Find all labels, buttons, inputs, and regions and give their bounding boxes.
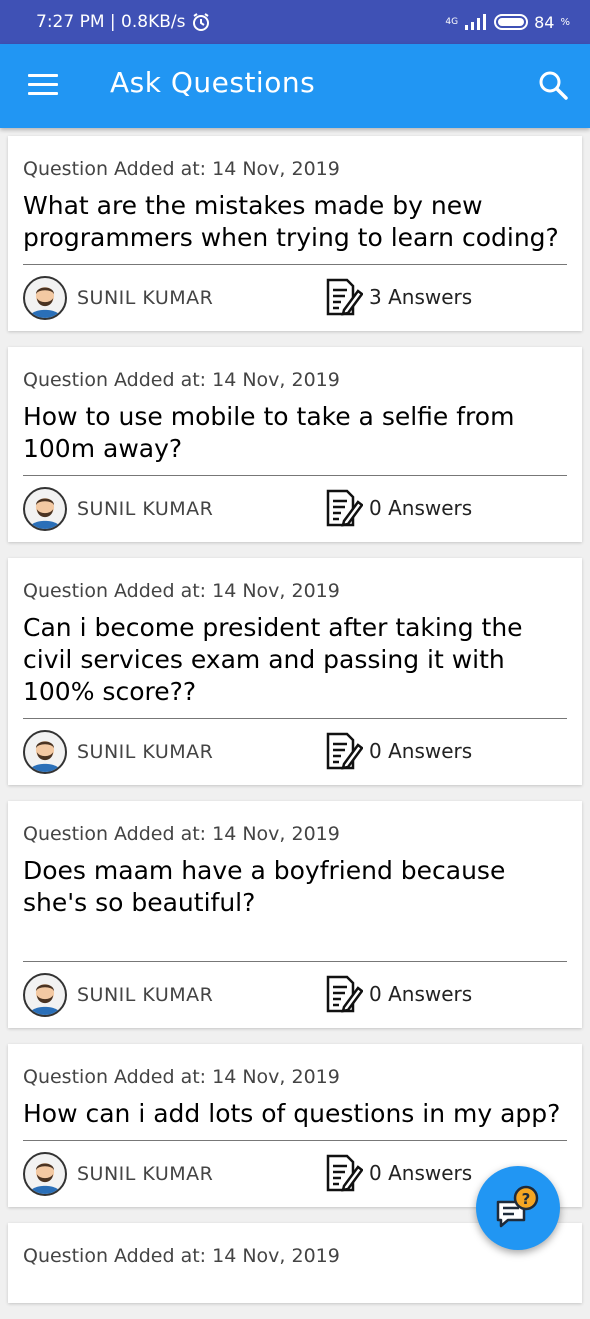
- question-card[interactable]: Question Added at: 14 Nov, 2019 Can i be…: [8, 558, 582, 785]
- avatar[interactable]: [23, 973, 67, 1017]
- answers-label: 0 Answers: [369, 1161, 473, 1185]
- author-name: SUNIL KUMAR: [77, 984, 214, 1006]
- author-name: SUNIL KUMAR: [77, 741, 214, 763]
- question-date: Question Added at: 14 Nov, 2019: [23, 823, 340, 845]
- page-title: Ask Questions: [110, 66, 316, 99]
- hamburger-menu-icon[interactable]: [28, 74, 58, 96]
- question-meta: SUNIL KUMAR 0 Answers: [23, 962, 567, 1028]
- question-meta: SUNIL KUMAR 0 Answers: [23, 719, 567, 785]
- document-edit-icon: [326, 1154, 363, 1192]
- question-date: Question Added at: 14 Nov, 2019: [23, 1066, 340, 1088]
- answers-label: 3 Answers: [369, 285, 473, 309]
- status-time-speed: 7:27 PM | 0.8KB/s: [36, 12, 186, 32]
- question-date: Question Added at: 14 Nov, 2019: [23, 1245, 340, 1267]
- question-date: Question Added at: 14 Nov, 2019: [23, 369, 340, 391]
- answers-label: 0 Answers: [369, 496, 473, 520]
- app-bar: Ask Questions: [0, 44, 590, 128]
- document-edit-icon: [326, 975, 363, 1013]
- question-text: How to use mobile to take a selfie from …: [23, 402, 515, 463]
- question-meta: SUNIL KUMAR 0 Answers: [23, 476, 567, 542]
- avatar[interactable]: [23, 730, 67, 774]
- ask-question-chat-icon: ?: [496, 1185, 539, 1228]
- question-text: How can i add lots of questions in my ap…: [23, 1099, 561, 1128]
- battery-icon: [494, 14, 529, 30]
- alarm-icon: [193, 13, 210, 31]
- document-edit-icon: [326, 278, 363, 316]
- battery-percent-sign: %: [560, 16, 570, 28]
- status-right: 4G 84%: [445, 13, 570, 32]
- question-card[interactable]: Question Added at: 14 Nov, 2019 What are…: [8, 136, 582, 331]
- status-left: 7:27 PM | 0.8KB/s: [36, 12, 211, 32]
- fab-badge-text: ?: [522, 1190, 531, 1208]
- status-bar: 7:27 PM | 0.8KB/s 4G 84%: [0, 0, 590, 44]
- ask-question-fab[interactable]: ?: [476, 1166, 560, 1250]
- answers-count[interactable]: 0 Answers: [325, 1153, 472, 1193]
- question-date: Question Added at: 14 Nov, 2019: [23, 158, 340, 180]
- question-text: Can i become president after taking the …: [23, 613, 523, 706]
- answers-label: 0 Answers: [369, 739, 473, 763]
- network-type: 4G: [445, 17, 459, 27]
- question-text: Does maam have a boyfriend because she's…: [23, 856, 506, 917]
- battery-level: 84: [534, 12, 555, 32]
- question-card[interactable]: Question Added at: 14 Nov, 2019 Does maa…: [8, 801, 582, 1028]
- avatar[interactable]: [23, 1152, 67, 1196]
- answers-count[interactable]: 0 Answers: [325, 731, 472, 771]
- author-name: SUNIL KUMAR: [77, 1163, 214, 1185]
- answers-count[interactable]: 0 Answers: [325, 488, 472, 528]
- question-text: What are the mistakes made by new progra…: [23, 191, 559, 252]
- document-edit-icon: [326, 732, 363, 770]
- question-card[interactable]: Question Added at: 14 Nov, 2019 How to u…: [8, 347, 582, 542]
- avatar[interactable]: [23, 487, 67, 531]
- signal-icon: [465, 14, 487, 30]
- author-name: SUNIL KUMAR: [77, 498, 214, 520]
- question-list: Question Added at: 14 Nov, 2019 What are…: [8, 136, 582, 1319]
- question-meta: SUNIL KUMAR 3 Answers: [23, 265, 567, 331]
- question-date: Question Added at: 14 Nov, 2019: [23, 580, 340, 602]
- avatar[interactable]: [23, 276, 67, 320]
- search-icon[interactable]: [538, 70, 568, 100]
- author-name: SUNIL KUMAR: [77, 287, 214, 309]
- document-edit-icon: [326, 489, 363, 527]
- answers-count[interactable]: 0 Answers: [325, 974, 472, 1014]
- answers-count[interactable]: 3 Answers: [325, 277, 472, 317]
- answers-label: 0 Answers: [369, 982, 473, 1006]
